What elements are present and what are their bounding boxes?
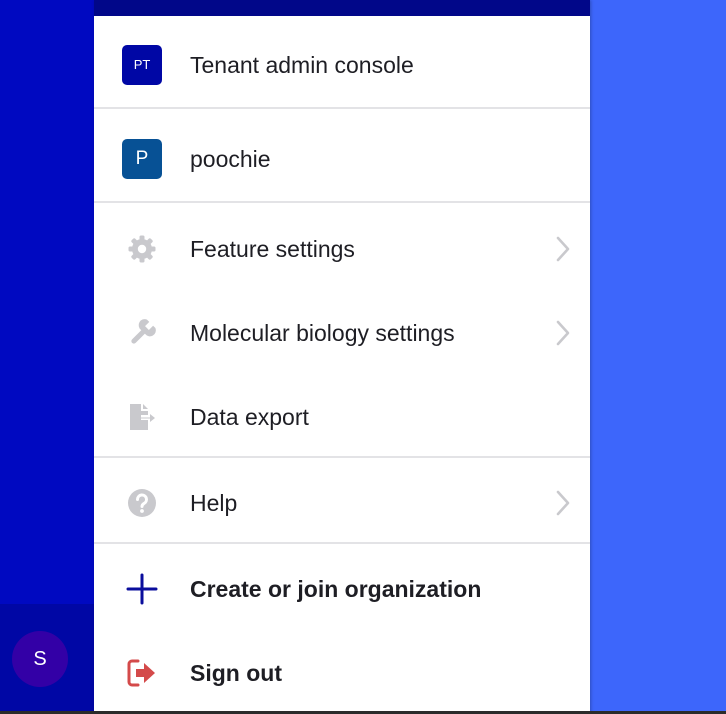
menu-item-label: Data export bbox=[190, 404, 309, 430]
menu-item-tenant-admin-console[interactable]: PT Tenant admin console bbox=[94, 40, 590, 90]
menu-item-molecular-biology-settings[interactable]: Molecular biology settings bbox=[94, 308, 590, 358]
divider bbox=[94, 107, 590, 109]
org-badge-wrap: P bbox=[122, 139, 162, 179]
user-avatar-button[interactable]: S bbox=[12, 631, 68, 687]
menu-item-data-export[interactable]: Data export bbox=[94, 392, 590, 442]
menu-item-label: Create or join organization bbox=[190, 576, 482, 602]
menu-item-feature-settings[interactable]: Feature settings bbox=[94, 224, 590, 274]
menu-item-label: Help bbox=[190, 490, 238, 516]
gear-icon bbox=[122, 229, 162, 269]
account-menu: PT Tenant admin console P poochie Featur… bbox=[94, 0, 590, 714]
menu-item-org-poochie[interactable]: P poochie bbox=[94, 134, 590, 184]
menu-item-sign-out[interactable]: Sign out bbox=[94, 648, 590, 698]
menu-item-label: Feature settings bbox=[190, 236, 355, 262]
menu-item-label: poochie bbox=[190, 146, 271, 172]
app-screen: S PT Tenant admin console P poochie Feat… bbox=[0, 0, 726, 714]
org-badge: P bbox=[122, 139, 162, 179]
file-export-icon bbox=[122, 397, 162, 437]
divider bbox=[94, 201, 590, 203]
chevron-right-icon bbox=[556, 320, 570, 346]
sign-out-icon bbox=[122, 653, 162, 693]
question-circle-icon bbox=[122, 483, 162, 523]
menu-item-help[interactable]: Help bbox=[94, 478, 590, 528]
wrench-icon bbox=[122, 313, 162, 353]
divider bbox=[94, 456, 590, 458]
menu-top-bar bbox=[94, 0, 590, 16]
tenant-badge: PT bbox=[122, 45, 162, 85]
menu-item-label: Tenant admin console bbox=[190, 52, 414, 78]
user-avatar-initial: S bbox=[33, 648, 47, 670]
chevron-right-icon bbox=[556, 490, 570, 516]
menu-item-label: Molecular biology settings bbox=[190, 320, 455, 346]
chevron-right-icon bbox=[556, 236, 570, 262]
menu-item-label: Sign out bbox=[190, 660, 282, 686]
plus-icon bbox=[122, 569, 162, 609]
tenant-badge-wrap: PT bbox=[122, 45, 162, 85]
divider bbox=[94, 542, 590, 544]
menu-item-create-or-join-organization[interactable]: Create or join organization bbox=[94, 564, 590, 614]
